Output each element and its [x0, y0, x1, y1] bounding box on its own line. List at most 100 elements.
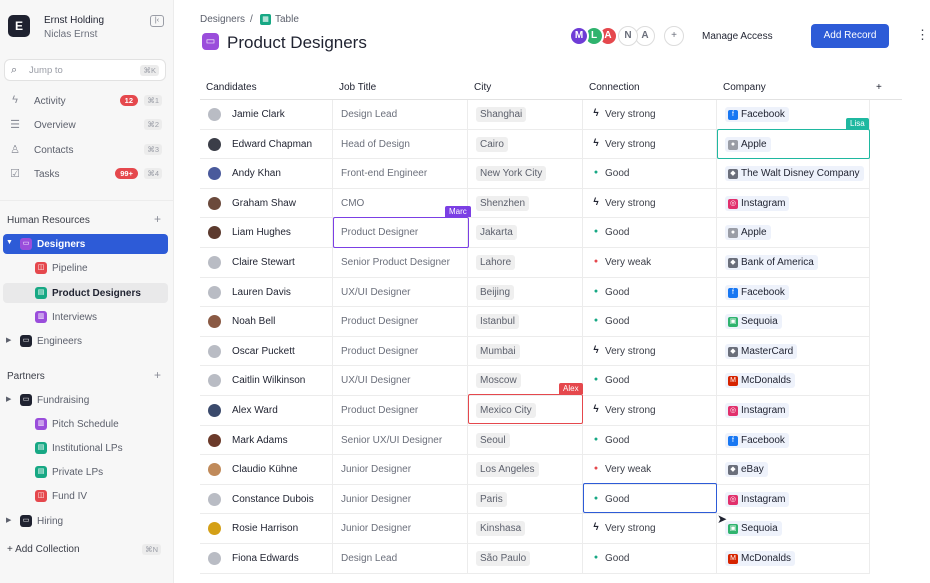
city-cell[interactable]: Mumbai — [468, 336, 583, 367]
job-title-cell[interactable]: Design Lead — [333, 100, 468, 130]
candidate-cell[interactable]: Alex Ward — [200, 396, 333, 426]
city-cell[interactable]: Lahore — [468, 248, 583, 278]
add-collaborator-button[interactable]: + — [664, 26, 684, 46]
table-row[interactable]: Rosie Harrison Junior Designer Kinshasa ϟ Ve… — [200, 514, 870, 544]
table-row[interactable]: Caitlin Wilkinson UX/UI Designer Moscow ● Go… — [200, 366, 870, 396]
company-cell[interactable]: ◆ eBay — [717, 455, 870, 485]
candidate-cell[interactable]: Caitlin Wilkinson — [200, 366, 333, 396]
company-cell[interactable]: ◆ Bank of America — [717, 248, 870, 278]
company-cell[interactable]: ▣ Sequoia — [717, 514, 870, 544]
city-cell[interactable]: Los Angeles — [468, 455, 583, 485]
company-cell[interactable]: ● Apple — [717, 218, 870, 248]
workspace-switcher[interactable]: E Ernst Holding Niclas Ernst |‹ — [6, 10, 168, 46]
chevron-right-icon[interactable]: ▶ — [6, 516, 11, 524]
connection-cell[interactable]: ϟ Very strong — [583, 129, 717, 160]
add-record-button[interactable]: Add Record — [811, 24, 889, 48]
table-row[interactable]: Mark Adams Senior UX/UI Designer Seoul ● Goo… — [200, 425, 870, 456]
collaborator-avatar[interactable]: M — [569, 26, 589, 46]
tree-item-fundraising[interactable]: ▶ ▭ Fundraising — [3, 390, 168, 410]
company-cell[interactable]: ◆ The Walt Disney Company — [717, 159, 870, 189]
tree-item-institutional-lps[interactable]: ▤ Institutional LPs — [3, 438, 168, 458]
job-title-cell[interactable]: Junior Designer — [333, 484, 468, 515]
connection-cell[interactable]: ϟ Very strong — [583, 514, 717, 544]
candidate-cell[interactable]: Oscar Puckett — [200, 336, 333, 367]
nav-item-overview[interactable]: ☰ Overview ⌘2 — [4, 114, 166, 136]
city-cell[interactable]: Paris — [468, 484, 583, 515]
candidate-cell[interactable]: Mark Adams — [200, 425, 333, 456]
job-title-cell[interactable]: Head of Design — [333, 129, 468, 160]
job-title-cell[interactable]: Front-end Engineer — [333, 159, 468, 189]
job-title-cell[interactable]: Product Designer — [333, 336, 468, 367]
breadcrumb-parent[interactable]: Designers — [200, 14, 245, 25]
candidate-cell[interactable]: Jamie Clark — [200, 100, 333, 130]
connection-cell[interactable]: ● Good — [583, 307, 717, 337]
table-row[interactable]: Claudio Kühne Junior Designer Los Angeles ●… — [200, 455, 870, 485]
connection-cell[interactable]: ● Very weak — [583, 248, 717, 278]
candidate-cell[interactable]: Liam Hughes — [200, 218, 333, 248]
tree-item-engineers[interactable]: ▶ ▭ Engineers — [3, 331, 168, 351]
nav-item-contacts[interactable]: ♙ Contacts ⌘3 — [4, 139, 166, 161]
chevron-right-icon[interactable]: ▶ — [6, 395, 11, 403]
table-row[interactable]: Jamie Clark Design Lead Shanghai ϟ Very stro… — [200, 100, 870, 130]
connection-cell[interactable]: ● Good — [583, 366, 717, 396]
city-cell[interactable]: New York City — [468, 159, 583, 189]
connection-cell[interactable]: ● Good — [583, 277, 717, 308]
chevron-down-icon[interactable]: ▼ — [6, 239, 13, 246]
job-title-cell[interactable]: Junior Designer — [333, 514, 468, 544]
city-cell[interactable]: Istanbul — [468, 307, 583, 337]
city-cell[interactable]: Kinshasa — [468, 514, 583, 544]
city-cell[interactable]: Cairo — [468, 129, 583, 160]
table-row[interactable]: Claire Stewart Senior Product Designer Lah… — [200, 248, 870, 278]
company-cell[interactable]: M McDonalds — [717, 366, 870, 396]
table-row[interactable]: Graham Shaw CMO Shenzhen ϟ Very strong ◎ Insta… — [200, 188, 870, 219]
company-cell[interactable]: ◆ MasterCard — [717, 336, 870, 367]
connection-cell[interactable]: ϟ Very strong — [583, 188, 717, 219]
tree-item-interviews[interactable]: ▥ Interviews — [3, 307, 168, 327]
connection-cell[interactable]: ● Good — [583, 425, 717, 456]
add-to-section-icon[interactable]: + — [154, 212, 161, 226]
job-title-cell[interactable]: Senior UX/UI Designer — [333, 425, 468, 456]
city-cell[interactable]: Shenzhen — [468, 188, 583, 219]
sidebar-collapse-icon[interactable]: |‹ — [150, 15, 164, 27]
column-header-candidates[interactable]: Candidates — [200, 72, 333, 100]
candidate-cell[interactable]: Graham Shaw — [200, 188, 333, 219]
city-cell[interactable]: Jakarta — [468, 218, 583, 248]
table-row[interactable]: Noah Bell Product Designer Istanbul ● Good ▣ S… — [200, 307, 870, 337]
job-title-cell[interactable]: Junior Designer — [333, 455, 468, 485]
column-header-company[interactable]: Company — [717, 72, 870, 100]
table-row[interactable]: Andy Khan Front-end Engineer New York City… — [200, 159, 870, 189]
job-title-cell[interactable]: UX/UI Designer — [333, 277, 468, 308]
company-cell[interactable]: ◎ Instagram — [717, 396, 870, 426]
connection-cell[interactable]: ● Good — [583, 218, 717, 248]
tree-item-pipeline[interactable]: ◫ Pipeline — [3, 258, 168, 278]
table-row[interactable]: Alex Ward Product Designer Mexico City ϟ Ver… — [200, 396, 870, 426]
more-options-icon[interactable]: ⋮ — [916, 27, 929, 43]
connection-cell[interactable]: ϟ Very strong — [583, 100, 717, 130]
tree-item-fund-iv[interactable]: ◫ Fund IV — [3, 486, 168, 506]
jump-to-search[interactable]: ⌕ Jump to ⌘K — [4, 59, 166, 81]
job-title-cell[interactable]: Product Designer — [333, 396, 468, 426]
candidate-cell[interactable]: Andy Khan — [200, 159, 333, 189]
tree-item-private-lps[interactable]: ▤ Private LPs — [3, 462, 168, 482]
job-title-cell[interactable]: Senior Product Designer — [333, 248, 468, 278]
breadcrumb-view[interactable]: Table — [275, 14, 299, 25]
city-cell[interactable]: Beijing — [468, 277, 583, 308]
manage-access-button[interactable]: Manage Access — [702, 31, 773, 42]
job-title-cell[interactable]: UX/UI Designer — [333, 366, 468, 396]
company-cell[interactable]: ◎ Instagram — [717, 484, 870, 515]
candidate-cell[interactable]: Claire Stewart — [200, 248, 333, 278]
table-row[interactable]: Lauren Davis UX/UI Designer Beijing ● Good f F… — [200, 277, 870, 308]
column-header-city[interactable]: City — [468, 72, 583, 100]
city-cell[interactable]: Seoul — [468, 425, 583, 456]
tree-item-hiring[interactable]: ▶ ▭ Hiring — [3, 511, 168, 531]
connection-cell[interactable]: ϟ Very strong — [583, 336, 717, 367]
table-row[interactable]: Fiona Edwards Design Lead São Paulo ● Good M M… — [200, 544, 870, 574]
candidate-cell[interactable]: Rosie Harrison — [200, 514, 333, 544]
collaborator-avatar[interactable]: N — [618, 26, 638, 46]
company-cell[interactable]: ● Apple — [717, 129, 870, 160]
tree-item-pitch-schedule[interactable]: ▥ Pitch Schedule — [3, 414, 168, 434]
job-title-cell[interactable]: Design Lead — [333, 544, 468, 574]
add-column-button[interactable]: + — [870, 72, 902, 100]
connection-cell[interactable]: ● Good — [583, 484, 717, 515]
candidate-cell[interactable]: Noah Bell — [200, 307, 333, 337]
